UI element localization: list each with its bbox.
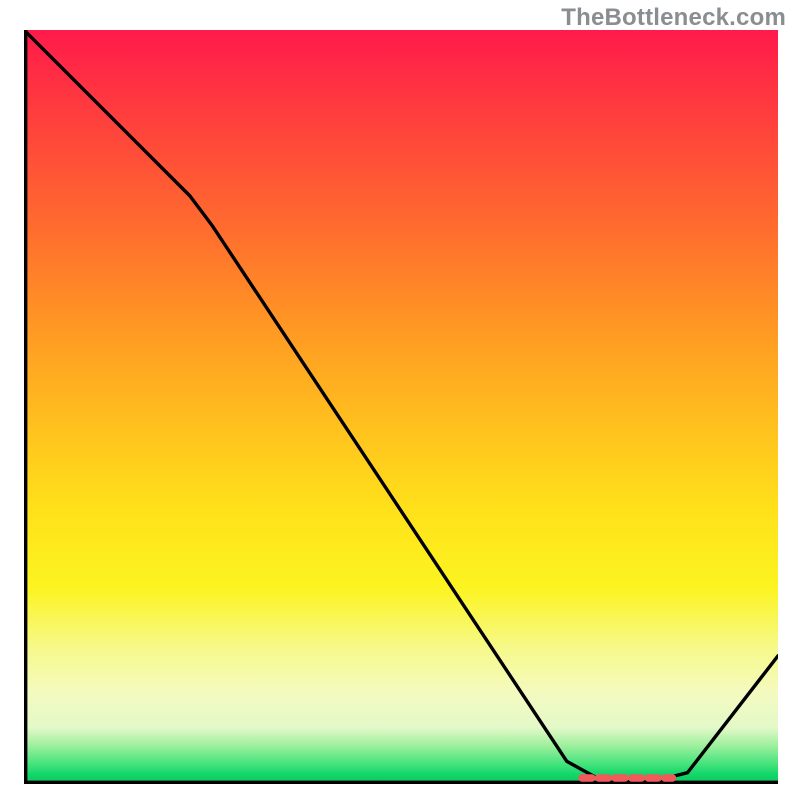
background-gradient <box>24 30 778 784</box>
chart-container: TheBottleneck.com <box>0 0 800 800</box>
watermark-text: TheBottleneck.com <box>561 4 786 32</box>
plot-area <box>24 30 778 784</box>
